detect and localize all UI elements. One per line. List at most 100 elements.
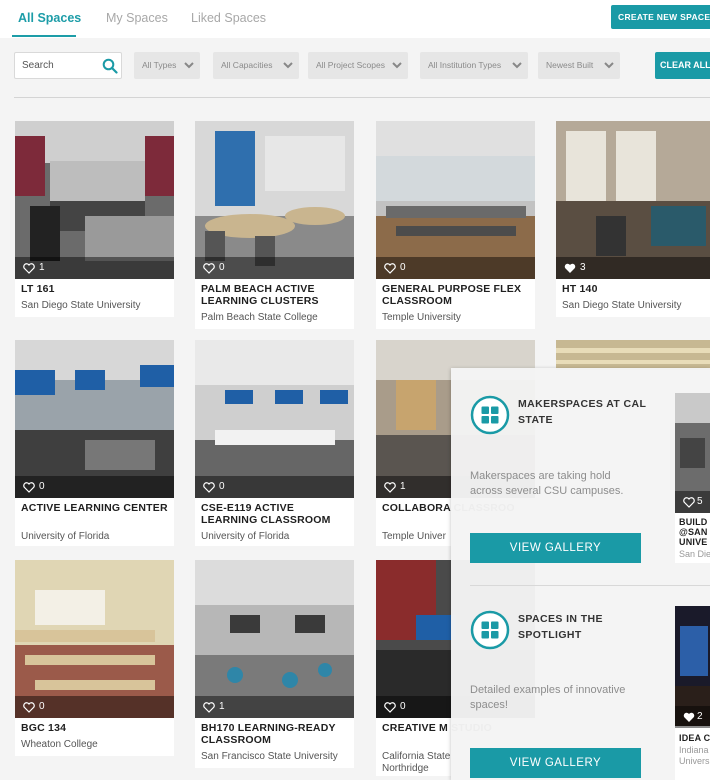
chevron-down-icon [604,62,614,69]
filter-types[interactable]: All Types [134,52,200,79]
search-input[interactable] [15,53,100,78]
space-photo [195,340,354,498]
institution-name: Indiana Univers [679,745,710,766]
institution-name: San Francisco State University [201,751,338,762]
like-count-value: 0 [39,701,45,712]
space-title[interactable]: IDEA C [679,733,710,743]
create-new-space-button[interactable]: CREATE NEW SPACE [611,5,710,29]
heart-outline-icon [23,482,35,493]
like-count-value: 1 [39,262,45,273]
space-card[interactable]: 0 ACTIVE LEARNING CENTER University of F… [15,340,174,546]
heart-filled-icon [683,712,695,722]
institution-name: Temple University [382,312,461,323]
featured-galleries-panel: MAKERSPACES AT CAL STATE Makerspaces are… [451,368,710,780]
filter-sort[interactable]: Newest Built [538,52,620,79]
space-card[interactable]: 1 BH170 LEARNING-READY CLASSROOM San Fra… [195,560,354,768]
filter-capacities[interactable]: All Capacities [213,52,299,79]
gallery-description: Detailed examples of innovative spaces! [470,684,626,711]
like-count[interactable]: 0 [195,257,354,279]
institution-name: Palm Beach State College [201,312,318,323]
like-count-value: 2 [697,711,703,722]
like-count[interactable]: 5 [675,491,710,513]
like-count[interactable]: 0 [15,696,174,718]
space-title[interactable]: PALM BEACH ACTIVE LEARNING CLUSTERS [201,283,351,307]
institution-name: University of Florida [201,531,290,542]
like-count-value: 1 [219,701,225,712]
grid-icon [470,610,510,650]
filter-institution-types-label: All Institution Types [428,60,502,70]
space-photo [195,121,354,279]
space-card[interactable] [556,340,710,370]
like-count[interactable]: 0 [15,476,174,498]
like-count[interactable]: 0 [376,257,535,279]
view-gallery-button[interactable]: VIEW GALLERY [470,533,641,563]
like-count[interactable]: 1 [195,696,354,718]
like-count-value: 1 [400,481,406,492]
like-count[interactable]: 2 [675,706,710,728]
space-photo [15,121,174,279]
space-title[interactable]: BUILD @SAN UNIVE [679,517,710,547]
space-photo [15,560,174,718]
gallery-title[interactable]: MAKERSPACES AT CAL STATE [518,396,658,428]
space-title[interactable]: BGC 134 [21,722,171,734]
filter-capacities-label: All Capacities [221,60,273,70]
heart-outline-icon [203,702,215,713]
heart-outline-icon [203,482,215,493]
filter-project-scopes[interactable]: All Project Scopes [308,52,408,79]
filter-project-scopes-label: All Project Scopes [316,60,385,70]
institution-name: California State Northridge [382,751,451,774]
heart-filled-icon [564,263,576,273]
gallery-divider [470,585,710,586]
chevron-down-icon [392,62,402,69]
like-count-value: 0 [39,481,45,492]
search-icon[interactable] [102,58,118,74]
space-card[interactable]: 0 PALM BEACH ACTIVE LEARNING CLUSTERS Pa… [195,121,354,329]
heart-outline-icon [683,497,695,508]
space-card[interactable]: 2 IDEA C Indiana Univers [675,606,710,780]
tab-liked-spaces[interactable]: Liked Spaces [191,11,266,25]
tab-all-spaces[interactable]: All Spaces [18,11,81,25]
filter-institution-types[interactable]: All Institution Types [420,52,528,79]
tab-my-spaces[interactable]: My Spaces [106,11,168,25]
like-count-value: 0 [219,481,225,492]
institution-name: Wheaton College [21,739,98,750]
view-gallery-button[interactable]: VIEW GALLERY [470,748,641,778]
like-count-value: 0 [400,701,406,712]
like-count-value: 3 [580,262,586,273]
chevron-down-icon [184,62,194,69]
gallery-description: Makerspaces are taking hold across sever… [470,470,624,497]
space-card[interactable]: 3 HT 140 San Diego State University [556,121,710,317]
grid-icon [470,395,510,435]
chevron-down-icon [512,62,522,69]
space-title[interactable]: LT 161 [21,283,171,295]
space-photo [556,340,710,370]
space-title[interactable]: GENERAL PURPOSE FLEX CLASSROOM [382,283,532,307]
space-title[interactable]: CSE-E119 ACTIVE LEARNING CLASSROOM [201,502,351,526]
space-title[interactable]: BH170 LEARNING-READY CLASSROOM [201,722,351,746]
like-count[interactable]: 1 [15,257,174,279]
space-photo [195,560,354,718]
space-card[interactable]: 0 BGC 134 Wheaton College [15,560,174,756]
institution-name: San Diego State University [21,300,141,311]
space-title[interactable]: ACTIVE LEARNING CENTER [21,502,171,514]
space-title[interactable]: HT 140 [562,283,710,295]
filter-types-label: All Types [142,60,177,70]
heart-outline-icon [384,482,396,493]
like-count-value: 0 [219,262,225,273]
space-card[interactable]: 0 CSE-E119 ACTIVE LEARNING CLASSROOM Uni… [195,340,354,546]
filter-divider [14,97,710,98]
space-card[interactable]: 5 BUILD @SAN UNIVE San Die [675,393,710,563]
top-nav: All Spaces My Spaces Liked Spaces CREATE… [0,0,710,38]
gallery-title[interactable]: SPACES IN THE SPOTLIGHT [518,611,658,643]
space-card[interactable]: 1 LT 161 San Diego State University [15,121,174,317]
chevron-down-icon [283,62,293,69]
filter-sort-label: Newest Built [546,60,594,70]
like-count[interactable]: 3 [556,257,710,279]
like-count[interactable]: 0 [195,476,354,498]
heart-outline-icon [23,263,35,274]
heart-outline-icon [384,263,396,274]
space-photo [376,121,535,279]
institution-name: University of Florida [21,531,110,542]
space-card[interactable]: 0 GENERAL PURPOSE FLEX CLASSROOM Temple … [376,121,535,329]
clear-all-button[interactable]: CLEAR ALL [655,52,710,79]
